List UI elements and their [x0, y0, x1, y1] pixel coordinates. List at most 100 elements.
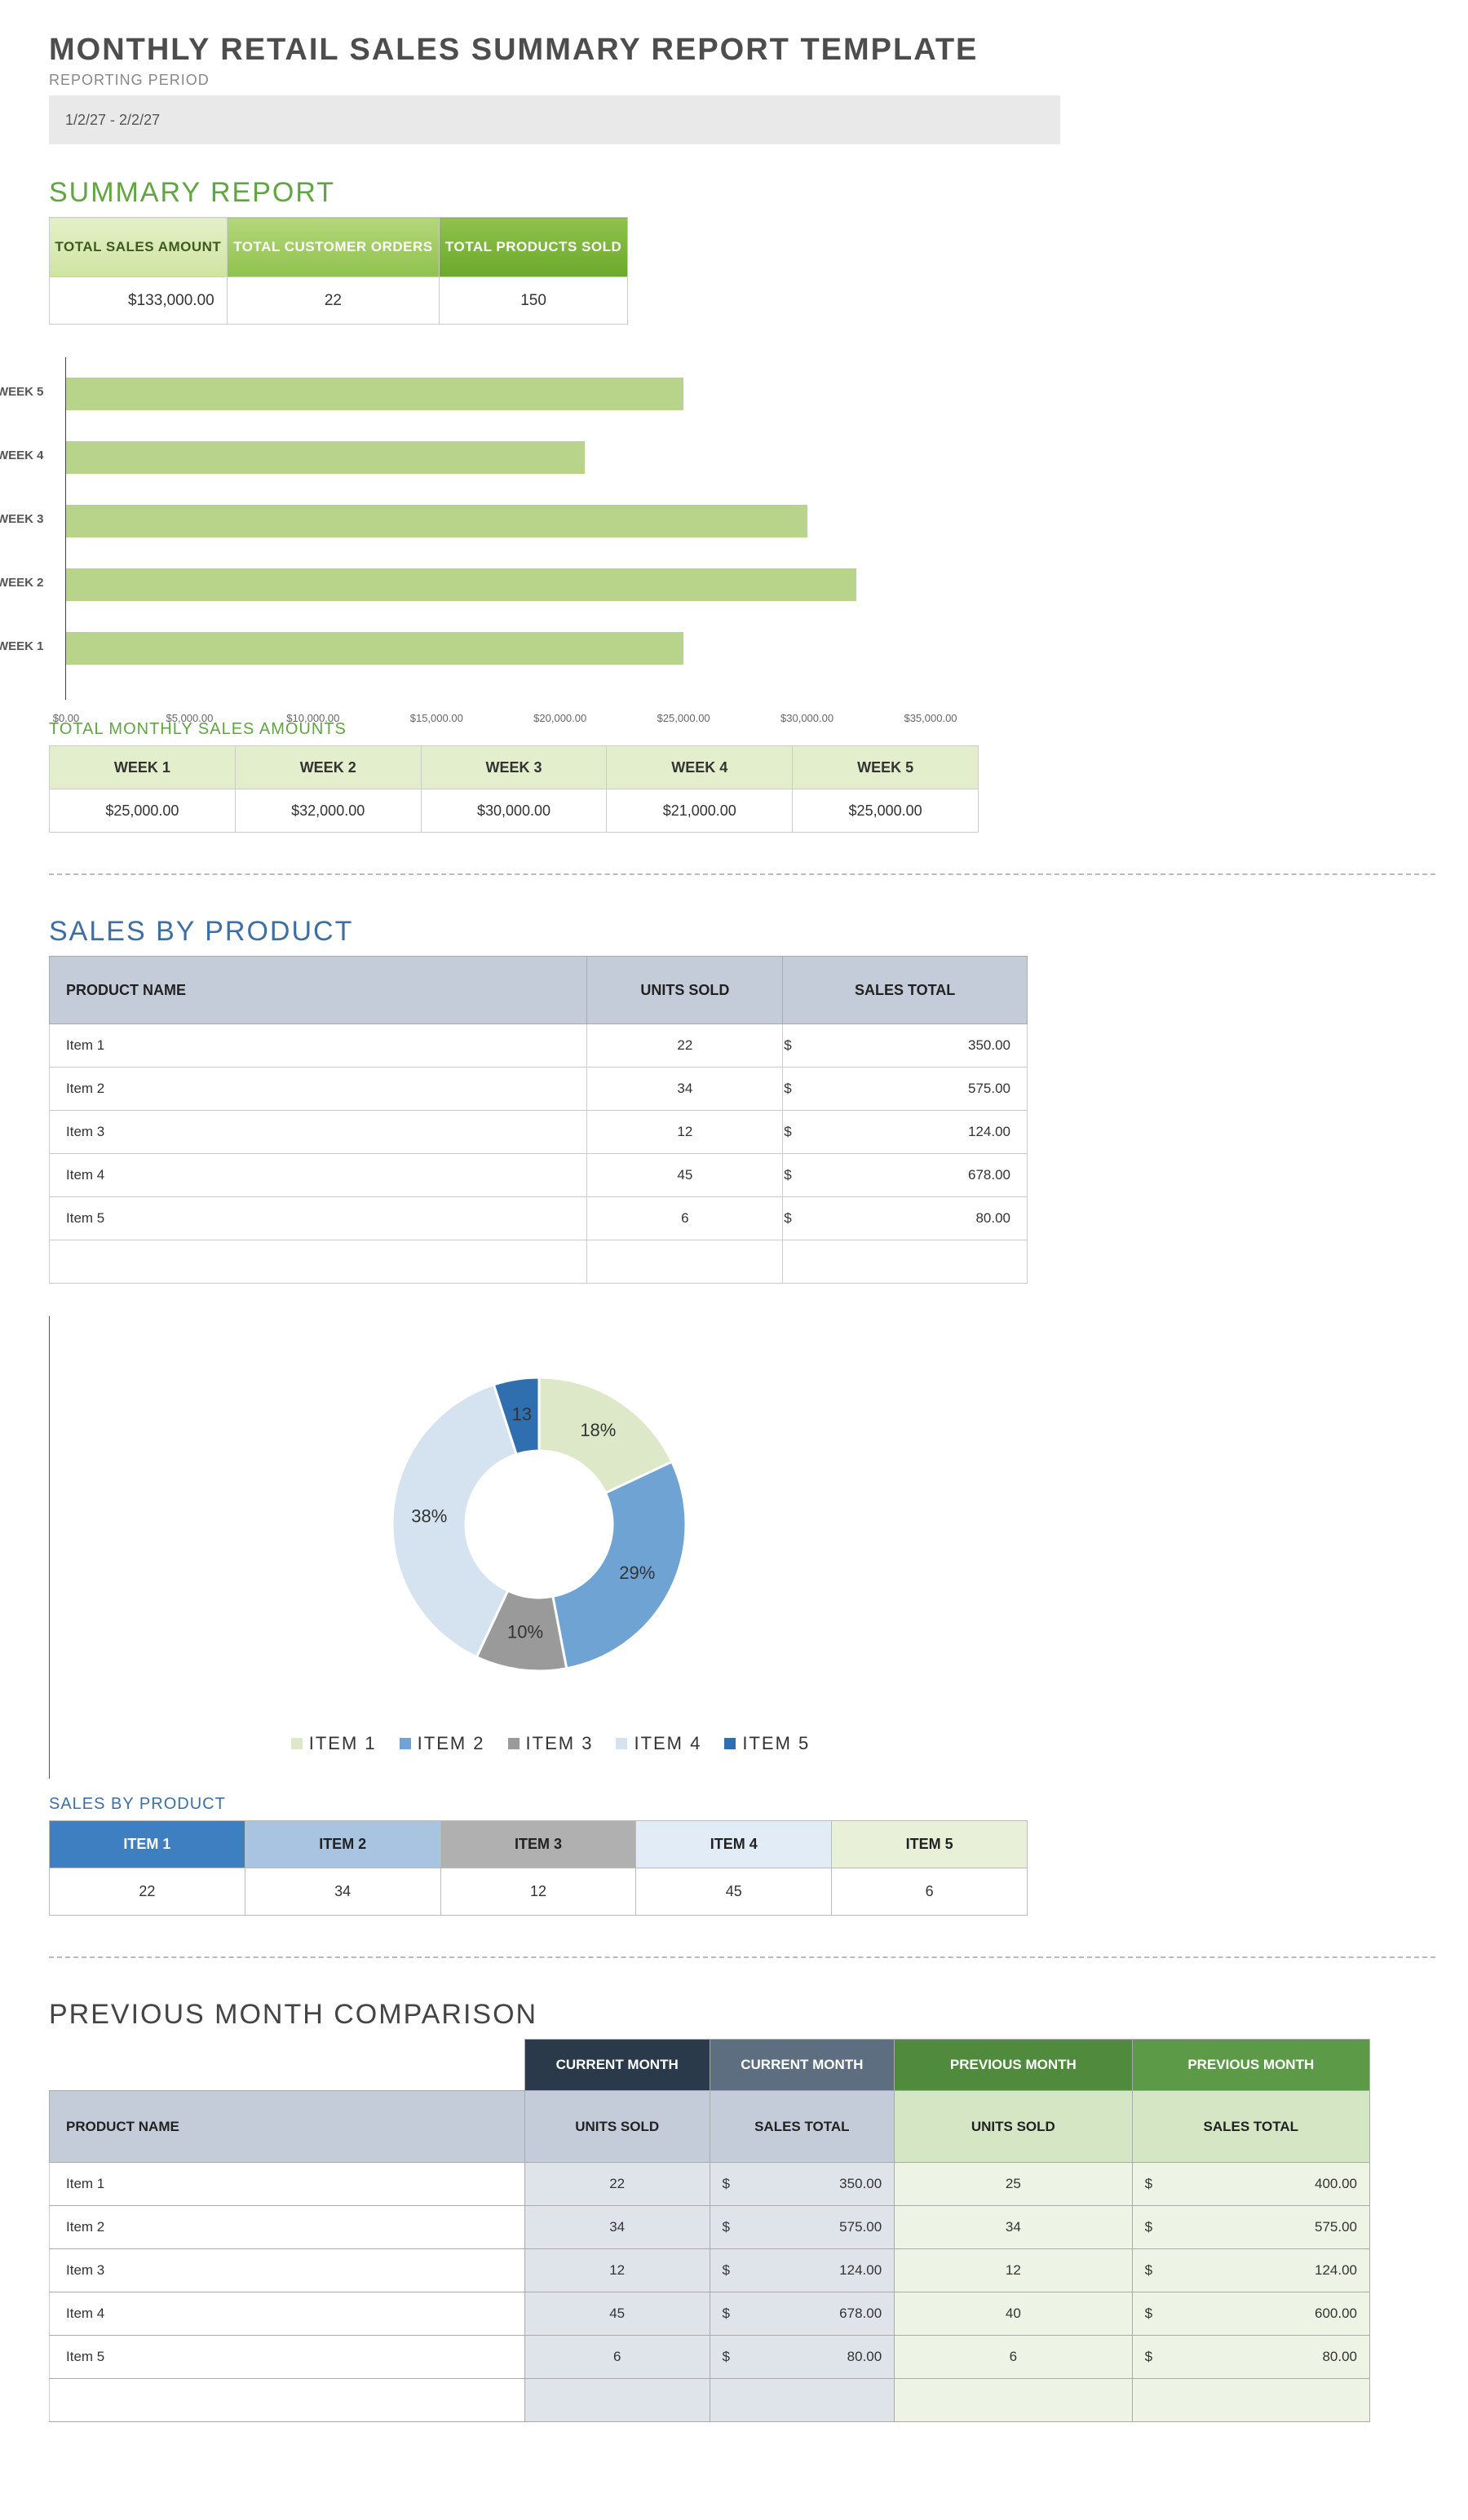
items-header: ITEM 2	[245, 1821, 440, 1868]
prod-units: 12	[587, 1111, 783, 1154]
weeks-header: WEEK 1	[50, 746, 236, 789]
prod-name: Item 4	[50, 1154, 587, 1197]
table-row: Item 122$350.0025$400.00	[50, 2163, 1370, 2206]
prod-units: 34	[587, 1068, 783, 1111]
bar-label: WEEK 3	[0, 512, 44, 526]
table-row: Item 445$678.00	[50, 1154, 1028, 1197]
sales-by-product-table: PRODUCT NAME UNITS SOLD SALES TOTAL Item…	[49, 956, 1028, 1284]
x-tick: $15,000.00	[410, 712, 463, 724]
items-header: ITEM 4	[636, 1821, 832, 1868]
summary-col-sales: TOTAL SALES AMOUNT	[50, 218, 228, 277]
x-tick: $30,000.00	[780, 712, 833, 724]
legend-swatch	[400, 1738, 411, 1749]
cmp-sub-cs: SALES TOTAL	[710, 2091, 895, 2163]
summary-val-sales: $133,000.00	[50, 277, 228, 325]
weeks-value: $30,000.00	[421, 789, 607, 833]
items-units-heading: SALES BY PRODUCT	[49, 1795, 1435, 1814]
summary-val-products: 150	[440, 277, 628, 325]
x-tick: $10,000.00	[286, 712, 339, 724]
prod-sales: $678.00	[783, 1154, 1028, 1197]
weeks-header: WEEK 4	[607, 746, 793, 789]
cmp-prev-sales: $400.00	[1132, 2163, 1369, 2206]
bar	[66, 568, 856, 601]
cmp-top-prev2: PREVIOUS MONTH	[1132, 2040, 1369, 2091]
items-header: ITEM 5	[832, 1821, 1028, 1868]
comparison-heading: PREVIOUS MONTH COMPARISON	[49, 1999, 1435, 2031]
prod-name: Item 2	[50, 1068, 587, 1111]
bar	[66, 441, 585, 474]
donut-slice-label: 13	[512, 1404, 532, 1424]
prod-name: Item 3	[50, 1111, 587, 1154]
legend-label: ITEM 3	[526, 1733, 594, 1753]
cmp-prev-sales: $575.00	[1132, 2206, 1369, 2249]
table-row: Item 122$350.00	[50, 1024, 1028, 1068]
cmp-prev-units: 34	[895, 2206, 1132, 2249]
bar	[66, 378, 683, 410]
reporting-period: 1/2/27 - 2/2/27	[49, 95, 1060, 144]
table-row: Item 312$124.00	[50, 1111, 1028, 1154]
cmp-name: Item 2	[50, 2206, 525, 2249]
cmp-top-cur2: CURRENT MONTH	[710, 2040, 895, 2091]
prod-units: 45	[587, 1154, 783, 1197]
legend-label: ITEM 4	[634, 1733, 701, 1753]
prod-units: 6	[587, 1197, 783, 1240]
legend-swatch	[616, 1738, 627, 1749]
divider	[49, 1956, 1435, 1958]
legend-swatch	[508, 1738, 520, 1749]
summary-table: TOTAL SALES AMOUNT TOTAL CUSTOMER ORDERS…	[49, 217, 628, 325]
weeks-value: $25,000.00	[793, 789, 979, 833]
items-value: 22	[50, 1868, 245, 1916]
prod-name: Item 5	[50, 1197, 587, 1240]
weeks-header: WEEK 2	[235, 746, 421, 789]
weeks-value: $21,000.00	[607, 789, 793, 833]
weeks-table: WEEK 1WEEK 2WEEK 3WEEK 4WEEK 5 $25,000.0…	[49, 745, 979, 833]
cmp-prev-sales: $124.00	[1132, 2249, 1369, 2292]
cmp-cur-sales: $124.00	[710, 2249, 895, 2292]
cmp-cur-sales: $80.00	[710, 2336, 895, 2379]
bar-label: WEEK 1	[0, 639, 44, 653]
table-row: Item 445$678.0040$600.00	[50, 2292, 1370, 2336]
items-header: ITEM 1	[50, 1821, 245, 1868]
comparison-table: CURRENT MONTH CURRENT MONTH PREVIOUS MON…	[49, 2039, 1370, 2422]
items-value: 12	[440, 1868, 636, 1916]
legend-swatch	[724, 1738, 736, 1749]
cmp-cur-sales: $678.00	[710, 2292, 895, 2336]
table-row: Item 234$575.0034$575.00	[50, 2206, 1370, 2249]
cmp-name: Item 3	[50, 2249, 525, 2292]
legend-label: ITEM 5	[742, 1733, 810, 1753]
prod-col-units: UNITS SOLD	[587, 957, 783, 1024]
cmp-prev-units: 25	[895, 2163, 1132, 2206]
cmp-prev-units: 40	[895, 2292, 1132, 2336]
summary-heading: SUMMARY REPORT	[49, 177, 1435, 209]
items-value: 6	[832, 1868, 1028, 1916]
cmp-cur-units: 6	[524, 2336, 710, 2379]
prod-sales: $124.00	[783, 1111, 1028, 1154]
donut-slice-label: 29%	[619, 1563, 655, 1583]
prod-sales: $575.00	[783, 1068, 1028, 1111]
donut-slice-label: 10%	[507, 1622, 543, 1642]
weeks-value: $32,000.00	[235, 789, 421, 833]
prod-sales: $80.00	[783, 1197, 1028, 1240]
sales-by-product-heading: SALES BY PRODUCT	[49, 916, 1435, 948]
legend-label: ITEM 2	[418, 1733, 485, 1753]
weeks-value: $25,000.00	[50, 789, 236, 833]
x-tick: $5,000.00	[166, 712, 214, 724]
cmp-sub-name: PRODUCT NAME	[50, 2091, 525, 2163]
cmp-sub-cu: UNITS SOLD	[524, 2091, 710, 2163]
table-row: Item 234$575.00	[50, 1068, 1028, 1111]
cmp-prev-units: 6	[895, 2336, 1132, 2379]
cmp-sub-pu: UNITS SOLD	[895, 2091, 1132, 2163]
cmp-cur-sales: $575.00	[710, 2206, 895, 2249]
prod-col-name: PRODUCT NAME	[50, 957, 587, 1024]
legend-label: ITEM 1	[309, 1733, 377, 1753]
donut-slice-label: 38%	[411, 1505, 447, 1526]
summary-col-products: TOTAL PRODUCTS SOLD	[440, 218, 628, 277]
x-tick: $20,000.00	[533, 712, 586, 724]
cmp-name: Item 5	[50, 2336, 525, 2379]
reporting-label: REPORTING PERIOD	[49, 72, 1435, 89]
items-units-table: ITEM 1ITEM 2ITEM 3ITEM 4ITEM 5 223412456	[49, 1820, 1028, 1916]
summary-val-orders: 22	[227, 277, 439, 325]
summary-col-orders: TOTAL CUSTOMER ORDERS	[227, 218, 439, 277]
sales-by-product-donut-chart: 18%29%10%38%13 ITEM 1ITEM 2ITEM 3ITEM 4I…	[49, 1316, 1028, 1779]
cmp-cur-sales: $350.00	[710, 2163, 895, 2206]
